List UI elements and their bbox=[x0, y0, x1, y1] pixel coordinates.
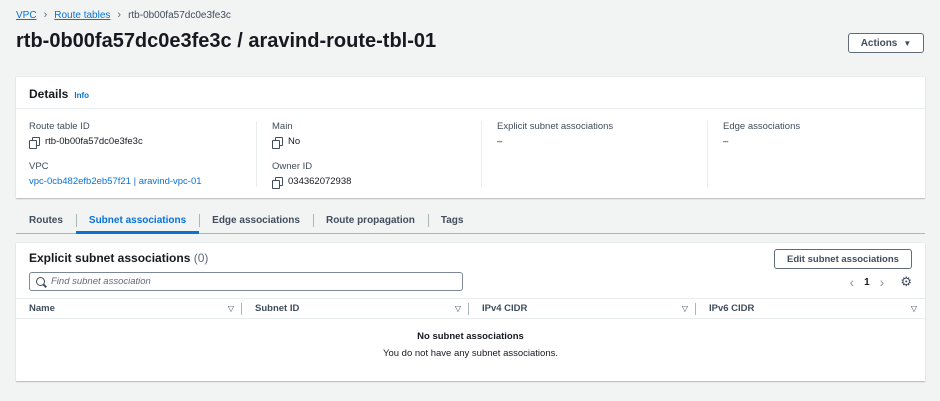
explicit-associations-value: – bbox=[497, 136, 503, 147]
details-column-2: Main No Owner ID 034362072938 bbox=[256, 121, 476, 189]
chevron-left-icon[interactable]: ‹ bbox=[849, 275, 854, 289]
actions-button[interactable]: Actions ▼ bbox=[848, 33, 924, 53]
gear-icon[interactable]: ⚙ bbox=[900, 274, 912, 290]
subnet-panel-title: Explicit subnet associations (0) bbox=[29, 251, 208, 265]
owner-id-field: Owner ID 034362072938 bbox=[272, 161, 476, 189]
empty-state-title: No subnet associations bbox=[417, 331, 524, 342]
vpc-link[interactable]: vpc-0cb482efb2eb57f21 | aravind-vpc-01 bbox=[29, 176, 249, 187]
edge-associations-field: Edge associations – bbox=[723, 121, 927, 147]
route-table-id-value: rtb-0b00fa57dc0e3fe3c bbox=[29, 136, 249, 149]
tab-subnet-associations[interactable]: Subnet associations bbox=[75, 208, 200, 234]
sort-down-icon[interactable]: ▽ bbox=[455, 304, 461, 313]
table-header: Name ▽ Subnet ID ▽ IPv4 CIDR ▽ IPv6 CIDR… bbox=[16, 298, 925, 319]
edit-subnet-associations-button[interactable]: Edit subnet associations bbox=[774, 249, 912, 269]
page-title: rtb-0b00fa57dc0e3fe3c / aravind-route-tb… bbox=[16, 30, 437, 52]
details-column-3: Explicit subnet associations – bbox=[481, 121, 701, 187]
chevron-right-icon: › bbox=[117, 9, 122, 21]
actions-button-label: Actions bbox=[860, 37, 898, 49]
breadcrumb-current: rtb-0b00fa57dc0e3fe3c bbox=[128, 9, 231, 21]
edge-associations-label: Edge associations bbox=[723, 121, 801, 132]
chevron-right-icon: › bbox=[43, 9, 48, 21]
main-value-text: No bbox=[288, 136, 301, 147]
main-field: Main No bbox=[272, 121, 476, 149]
main-value: No bbox=[272, 136, 476, 149]
column-header-ipv6-cidr-label: IPv6 CIDR bbox=[709, 303, 755, 314]
copy-icon[interactable] bbox=[272, 136, 283, 149]
details-title: Details bbox=[29, 87, 69, 101]
page-number[interactable]: 1 bbox=[864, 277, 870, 288]
main-label: Main bbox=[272, 121, 293, 132]
details-column-3-inner: Explicit subnet associations – bbox=[482, 121, 701, 147]
explicit-associations-field: Explicit subnet associations – bbox=[497, 121, 701, 147]
route-table-id-label: Route table ID bbox=[29, 121, 90, 132]
column-header-subnet-id[interactable]: Subnet ID ▽ bbox=[242, 299, 469, 318]
sort-down-icon[interactable]: ▽ bbox=[682, 304, 688, 313]
tab-route-propagation[interactable]: Route propagation bbox=[312, 208, 428, 233]
tab-routes[interactable]: Routes bbox=[16, 208, 76, 233]
search-input[interactable] bbox=[51, 276, 451, 287]
column-header-name-label: Name bbox=[29, 303, 55, 314]
column-header-ipv4-cidr[interactable]: IPv4 CIDR ▽ bbox=[469, 299, 696, 318]
caret-down-icon: ▼ bbox=[903, 38, 912, 48]
details-column-4: Edge associations – bbox=[707, 121, 927, 187]
tab-tags[interactable]: Tags bbox=[427, 208, 477, 233]
sort-down-icon[interactable]: ▽ bbox=[911, 304, 917, 313]
details-column-2-inner: Main No Owner ID 034362072938 bbox=[257, 121, 476, 189]
column-header-subnet-id-label: Subnet ID bbox=[255, 303, 300, 314]
subnet-panel-count: (0) bbox=[193, 251, 209, 265]
details-panel: Details Info Route table ID rtb-0b00fa57… bbox=[16, 76, 925, 198]
breadcrumb-route-tables[interactable]: Route tables bbox=[54, 10, 110, 21]
tab-edge-associations[interactable]: Edge associations bbox=[199, 208, 313, 233]
column-header-ipv4-cidr-label: IPv4 CIDR bbox=[482, 303, 528, 314]
column-header-ipv6-cidr[interactable]: IPv6 CIDR ▽ bbox=[696, 299, 925, 318]
route-table-id-field: Route table ID rtb-0b00fa57dc0e3fe3c bbox=[29, 121, 249, 149]
details-grid: Route table ID rtb-0b00fa57dc0e3fe3c VPC… bbox=[16, 109, 925, 199]
subnet-panel-title-text: Explicit subnet associations bbox=[29, 251, 191, 265]
copy-icon[interactable] bbox=[29, 136, 40, 149]
sort-down-icon[interactable]: ▽ bbox=[228, 304, 234, 313]
chevron-right-icon[interactable]: › bbox=[880, 275, 885, 289]
owner-id-label: Owner ID bbox=[272, 161, 313, 172]
details-header: Details Info bbox=[16, 77, 925, 109]
details-column-1: Route table ID rtb-0b00fa57dc0e3fe3c VPC… bbox=[29, 121, 249, 201]
search-box bbox=[29, 272, 463, 291]
search-icon bbox=[36, 277, 45, 286]
edge-associations-value: – bbox=[723, 136, 729, 147]
vpc-field: VPC vpc-0cb482efb2eb57f21 | aravind-vpc-… bbox=[29, 161, 249, 187]
breadcrumb: VPC › Route tables › rtb-0b00fa57dc0e3fe… bbox=[16, 9, 231, 21]
vpc-label: VPC bbox=[29, 161, 49, 172]
owner-id-value: 034362072938 bbox=[272, 176, 476, 189]
route-table-id-text: rtb-0b00fa57dc0e3fe3c bbox=[45, 136, 143, 147]
empty-state: No subnet associations You do not have a… bbox=[16, 331, 925, 359]
details-column-4-inner: Edge associations – bbox=[708, 121, 927, 147]
pagination: ‹ 1 › ⚙ bbox=[849, 274, 912, 290]
copy-icon[interactable] bbox=[272, 176, 283, 189]
owner-id-text: 034362072938 bbox=[288, 176, 352, 187]
info-link[interactable]: Info bbox=[74, 91, 89, 100]
subnet-associations-panel: Explicit subnet associations (0) Edit su… bbox=[16, 242, 925, 381]
column-header-name[interactable]: Name ▽ bbox=[16, 299, 242, 318]
explicit-associations-label: Explicit subnet associations bbox=[497, 121, 614, 132]
breadcrumb-vpc[interactable]: VPC bbox=[16, 10, 37, 21]
tab-bar: Routes Subnet associations Edge associat… bbox=[16, 208, 925, 234]
empty-state-description: You do not have any subnet associations. bbox=[383, 348, 558, 359]
